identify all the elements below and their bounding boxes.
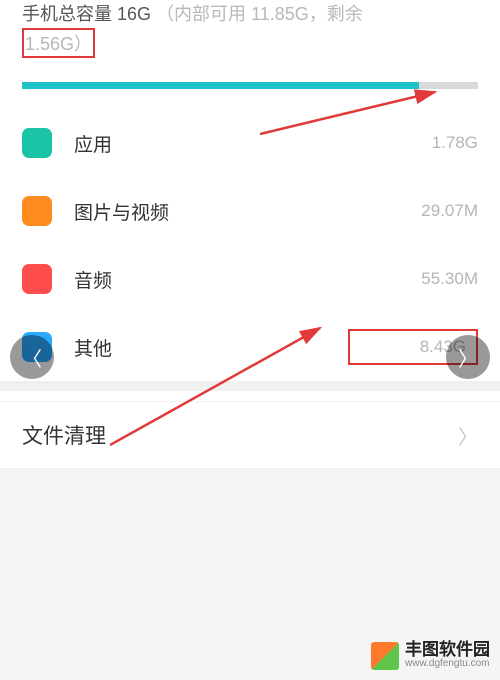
storage-panel: 手机总容量 16G （内部可用 11.85G，剩余 1.56G） 应用 1.78… (0, 0, 500, 469)
gallery-next-button[interactable]: 〉 (446, 335, 490, 379)
sub-open: （内部可用 (156, 4, 251, 24)
list-item[interactable]: 音频 55.30M (22, 245, 478, 313)
gallery-prev-button[interactable]: 〈 (10, 335, 54, 379)
chevron-right-icon: 〉 (458, 343, 478, 372)
category-value: 1.78G (432, 133, 478, 153)
category-label: 音频 (74, 266, 421, 293)
sub-mid: ，剩余 (309, 4, 363, 24)
total-capacity-label: 手机总容量 16G (22, 4, 156, 24)
audio-icon (22, 264, 52, 294)
remaining-value: 1.56G (25, 34, 74, 54)
storage-header: 手机总容量 16G （内部可用 11.85G，剩余 1.56G） (0, 0, 500, 72)
total-capacity: 16G (117, 4, 151, 24)
media-icon (22, 196, 52, 226)
list-item[interactable]: 应用 1.78G (22, 109, 478, 177)
list-item[interactable]: 其他 8.43G (22, 313, 478, 381)
section-gap (0, 381, 500, 391)
category-value: 29.07M (421, 201, 478, 221)
remaining-highlight-box: 1.56G） (22, 28, 95, 58)
category-label: 应用 (74, 130, 432, 157)
file-cleanup-row[interactable]: 文件清理 〉 (0, 401, 500, 469)
storage-progress-fill (22, 82, 419, 89)
watermark-text: 丰图软件园 www.dgfengtu.com (405, 641, 490, 670)
category-label: 其他 (74, 334, 348, 361)
cleanup-label: 文件清理 (22, 420, 458, 450)
sub-close: ） (74, 34, 92, 54)
title-prefix: 手机总容量 (22, 4, 117, 24)
list-item[interactable]: 图片与视频 29.07M (22, 177, 478, 245)
internal-available: 11.85G (251, 4, 309, 24)
watermark-logo-icon (371, 642, 399, 670)
watermark-name: 丰图软件园 (405, 641, 490, 658)
category-list: 应用 1.78G 图片与视频 29.07M 音频 55.30M 其他 8.43G (0, 109, 500, 381)
storage-progress-track (22, 82, 478, 89)
chevron-right-icon: 〉 (458, 421, 478, 450)
chevron-left-icon: 〈 (22, 343, 42, 372)
category-label: 图片与视频 (74, 198, 421, 225)
apps-icon (22, 128, 52, 158)
watermark: 丰图软件园 www.dgfengtu.com (371, 641, 490, 670)
watermark-url: www.dgfengtu.com (405, 658, 490, 670)
category-value: 55.30M (421, 269, 478, 289)
